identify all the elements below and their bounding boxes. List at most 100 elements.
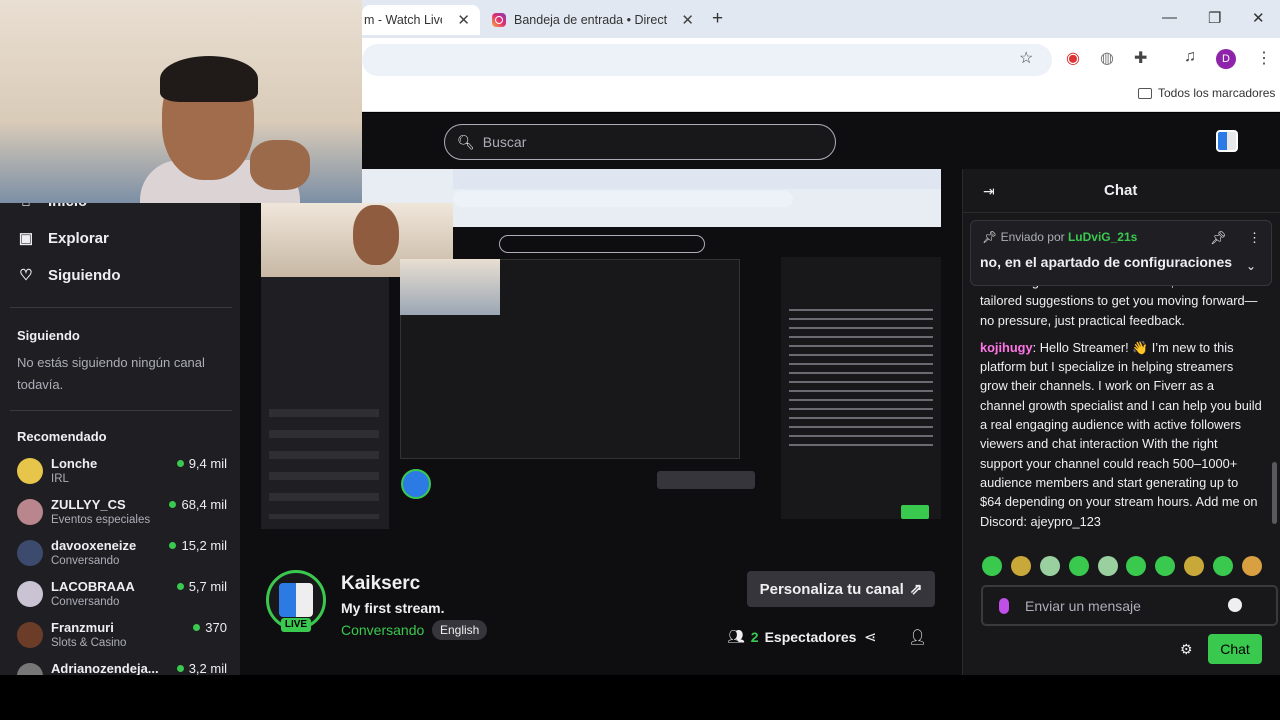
channel-name: Lonche [51,456,98,471]
address-bar[interactable] [362,44,1052,76]
viewer-count: 68,4 mil [169,497,227,512]
channel-name: LACOBRAAA [51,579,135,594]
extension-shield-icon[interactable]: ◉ [1066,48,1080,68]
customize-channel-button[interactable]: Personaliza tu canal ⇗ [747,571,935,607]
avatar [17,581,43,607]
emote-icon[interactable] [1097,556,1118,576]
live-dot [169,501,177,508]
tab-label: Bandeja de entrada • Direct [514,13,668,27]
emote-icon[interactable] [1155,556,1176,576]
menu-kebab-icon[interactable]: ⋮ [1256,48,1272,68]
webcam-overlay [0,0,362,203]
channel-logo [279,583,313,617]
nested-webcam-2 [400,259,500,315]
emote-icon[interactable] [1010,556,1031,576]
viewer-count: 9,4 mil [176,456,227,471]
nav-label: Explorar [48,229,109,247]
following-heading: Siguiendo [17,328,80,343]
viewer-count-text: 5,7 mil [188,579,227,594]
stream-category-link[interactable]: Conversando [341,622,424,638]
button-label: Personaliza tu canal [759,580,904,598]
add-friend-icon[interactable]: 👤︎ [908,628,927,646]
emote-icon[interactable] [1241,556,1262,576]
user-avatar[interactable] [1216,130,1238,152]
pinned-text: no, en el apartado de configuraciones [980,254,1233,270]
more-options-icon[interactable]: ⋮ [1248,230,1261,246]
avatar [17,458,43,484]
search-input[interactable]: 🔍︎ Buscar [444,124,836,160]
microphone-icon[interactable] [999,597,1009,614]
channel-category: Eventos especiales [51,514,151,526]
emote-icon[interactable] [1213,556,1233,576]
streamer-name[interactable]: Kaikserc [341,573,420,595]
nav-item-siguiendo[interactable]: ♡ Siguiendo [18,266,121,285]
instagram-icon [492,13,506,27]
pin-icon: 📌︎ [982,230,998,244]
media-control-icon[interactable]: ♫ [1184,48,1196,66]
webcam-person-hair [160,56,258,102]
channel-item-lonche[interactable]: Lonche IRL 9,4 mil [17,456,227,494]
maximize-icon[interactable]: ❐ [1208,9,1221,27]
nested-tab-bar [453,169,941,189]
heart-icon: ♡ [19,267,33,284]
viewers-icon: 👥︎ [727,628,745,644]
live-dot [176,583,184,590]
chevron-down-icon[interactable]: ⌄ [1246,259,1256,273]
channel-item-zullyy[interactable]: ZULLYY_CS Eventos especiales 68,4 mil [17,497,227,535]
browser-tab-instagram[interactable]: Bandeja de entrada • Direct ✕ [484,5,704,35]
nav-item-explorar[interactable]: ▣ Explorar [18,229,109,248]
channel-name: davooxeneize [51,538,137,553]
minimize-icon[interactable]: — [1162,9,1177,26]
new-tab-button[interactable]: + [712,8,723,30]
emote-icon[interactable] [1068,556,1089,576]
collapse-chat-icon[interactable]: ⇥ [983,183,995,200]
emote-icon[interactable] [982,556,1002,576]
nav-label: Siguiendo [48,266,121,284]
folder-icon [1138,87,1152,99]
chat-username[interactable]: kojihugy [980,340,1033,355]
avatar [17,622,43,648]
channel-item-davooxeneize[interactable]: davooxeneize Conversando 15,2 mil [17,538,227,576]
channel-name: Franzmuri [51,620,114,635]
share-icon[interactable]: ⋖ [864,628,877,646]
live-dot [169,542,177,549]
emote-icon[interactable] [1126,556,1147,576]
viewer-count-text: 15,2 mil [181,538,227,553]
chat-input[interactable]: Enviar un mensaje [981,585,1278,626]
emoji-icon[interactable] [1228,598,1242,612]
unpin-icon[interactable]: 📌︎ [1210,230,1227,246]
all-bookmarks-button[interactable]: Todos los marcadores [1138,86,1275,100]
nested-chat-text [789,309,933,449]
gear-icon[interactable]: ⚙ [1180,641,1193,658]
viewer-count: 3,2 mil [176,661,227,675]
channel-name: Adrianozendeja... [51,661,159,675]
nested-channel-list [269,409,379,519]
emote-icon[interactable] [1184,556,1205,576]
close-icon[interactable]: ✕ [457,11,470,29]
profile-avatar[interactable]: D [1216,49,1236,69]
language-tag[interactable]: English [432,620,488,640]
bookmark-star-icon[interactable]: ☆ [1019,48,1033,68]
pinned-username[interactable]: LuDviG_21s [1068,230,1137,244]
channel-item-franzmuri[interactable]: Franzmuri Slots & Casino 370 [17,620,227,658]
send-chat-button[interactable]: Chat [1208,634,1262,664]
live-badge: LIVE [281,618,311,632]
window-close-icon[interactable]: ✕ [1252,9,1265,27]
avatar [17,540,43,566]
extensions-icon[interactable]: ✚ [1134,48,1147,68]
nested-logo [401,469,431,499]
viewer-count-number: 2 [750,628,759,645]
chat-scrollbar[interactable] [1272,462,1277,524]
channel-item-lacobraaa[interactable]: LACOBRAAA Conversando 5,7 mil [17,579,227,617]
divider [10,307,232,308]
browser-tab-twitch[interactable]: m - Watch Live or ✕ [362,5,480,35]
extension-globe-icon[interactable]: ◍ [1100,48,1114,68]
emote-icon[interactable] [1039,556,1060,576]
tab-label: m - Watch Live or [364,13,442,27]
viewer-count-text: 68,4 mil [181,497,227,512]
video-player[interactable] [261,169,941,550]
channel-item-adrianozendeja[interactable]: Adrianozendeja... 3,2 mil [17,661,227,675]
close-icon[interactable]: ✕ [681,11,694,29]
nested-webcam-face [353,205,399,265]
chat-message-text: Hello Streamer! 👋 I’m new to this platfo… [980,339,1262,529]
